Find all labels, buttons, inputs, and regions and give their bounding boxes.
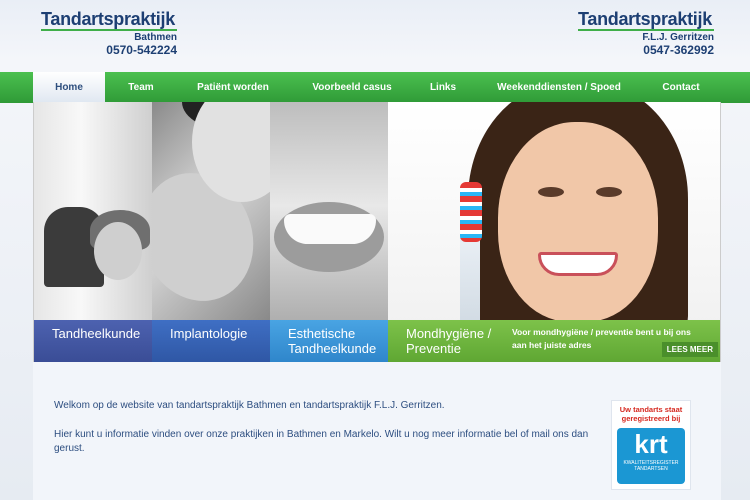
toothbrush-bristles-image bbox=[460, 182, 482, 242]
logo-gerritzen[interactable]: Tandartspraktijk F.L.J. Gerritzen 0547-3… bbox=[578, 10, 714, 57]
krt-logo-icon: krt KWALITEITSREGISTER TANDARTSEN bbox=[617, 428, 685, 484]
logo-brand-text: Tandartspraktijk bbox=[41, 10, 177, 31]
logo-bathmen[interactable]: Tandartspraktijk Bathmen 0570-542224 bbox=[41, 10, 177, 57]
main-navigation: Home Team Patiënt worden Voorbeeld casus… bbox=[0, 72, 750, 103]
panel-caption-area: Mondhygiëne / Preventie Voor mondhygiëne… bbox=[388, 320, 720, 362]
info-text: Hier kunt u informatie vinden over onze … bbox=[54, 429, 589, 454]
panel-implantologie[interactable]: Implantologie bbox=[152, 102, 270, 362]
panel-mondhygiene[interactable]: Mondhygiëne / Preventie Voor mondhygiëne… bbox=[388, 102, 720, 362]
krt-logo-subtext: KWALITEITSREGISTER TANDARTSEN bbox=[623, 460, 679, 472]
eye-image bbox=[596, 187, 622, 197]
eye-image bbox=[538, 187, 564, 197]
nav-weekenddiensten[interactable]: Weekenddiensten / Spoed bbox=[495, 72, 623, 103]
nav-team[interactable]: Team bbox=[115, 72, 167, 103]
panel-tandheelkunde[interactable]: Tandheelkunde bbox=[34, 102, 152, 362]
panel-esthetische[interactable]: Esthetische Tandheelkunde bbox=[270, 102, 388, 362]
hero-slider: Tandheelkunde Implantologie Esthetische … bbox=[33, 102, 721, 362]
lees-meer-button[interactable]: LEES MEER bbox=[661, 342, 718, 357]
nav-patient-worden[interactable]: Patiënt worden bbox=[190, 72, 276, 103]
welcome-text: Welkom op de website van tandartspraktij… bbox=[54, 400, 445, 411]
panel-caption: Implantologie bbox=[152, 320, 270, 362]
child-face-image bbox=[94, 222, 142, 280]
logo-subtitle: F.L.J. Gerritzen bbox=[642, 32, 714, 43]
main-content: Welkom op de website van tandartspraktij… bbox=[33, 362, 721, 500]
nav-contact[interactable]: Contact bbox=[655, 72, 707, 103]
phone-number: 0547-362992 bbox=[643, 43, 714, 57]
nav-links[interactable]: Links bbox=[425, 72, 461, 103]
panel-caption: Tandheelkunde bbox=[34, 320, 152, 362]
nav-voorbeeld-casus[interactable]: Voorbeeld casus bbox=[305, 72, 399, 103]
panel-caption: Esthetische Tandheelkunde bbox=[270, 320, 388, 362]
logo-brand-text: Tandartspraktijk bbox=[578, 10, 714, 31]
krt-badge[interactable]: Uw tandarts staat geregistreerd bij krt … bbox=[611, 400, 691, 490]
smiling-woman-image bbox=[498, 122, 658, 322]
panel-caption: Mondhygiëne / Preventie bbox=[406, 326, 492, 356]
nav-home[interactable]: Home bbox=[33, 72, 105, 103]
smile-image bbox=[538, 252, 618, 276]
teeth-image bbox=[284, 214, 376, 244]
krt-caption: Uw tandarts staat geregistreerd bij bbox=[619, 405, 683, 423]
krt-logo-text: krt bbox=[634, 429, 668, 459]
logo-subtitle: Bathmen bbox=[134, 32, 177, 43]
phone-number: 0570-542224 bbox=[106, 43, 177, 57]
